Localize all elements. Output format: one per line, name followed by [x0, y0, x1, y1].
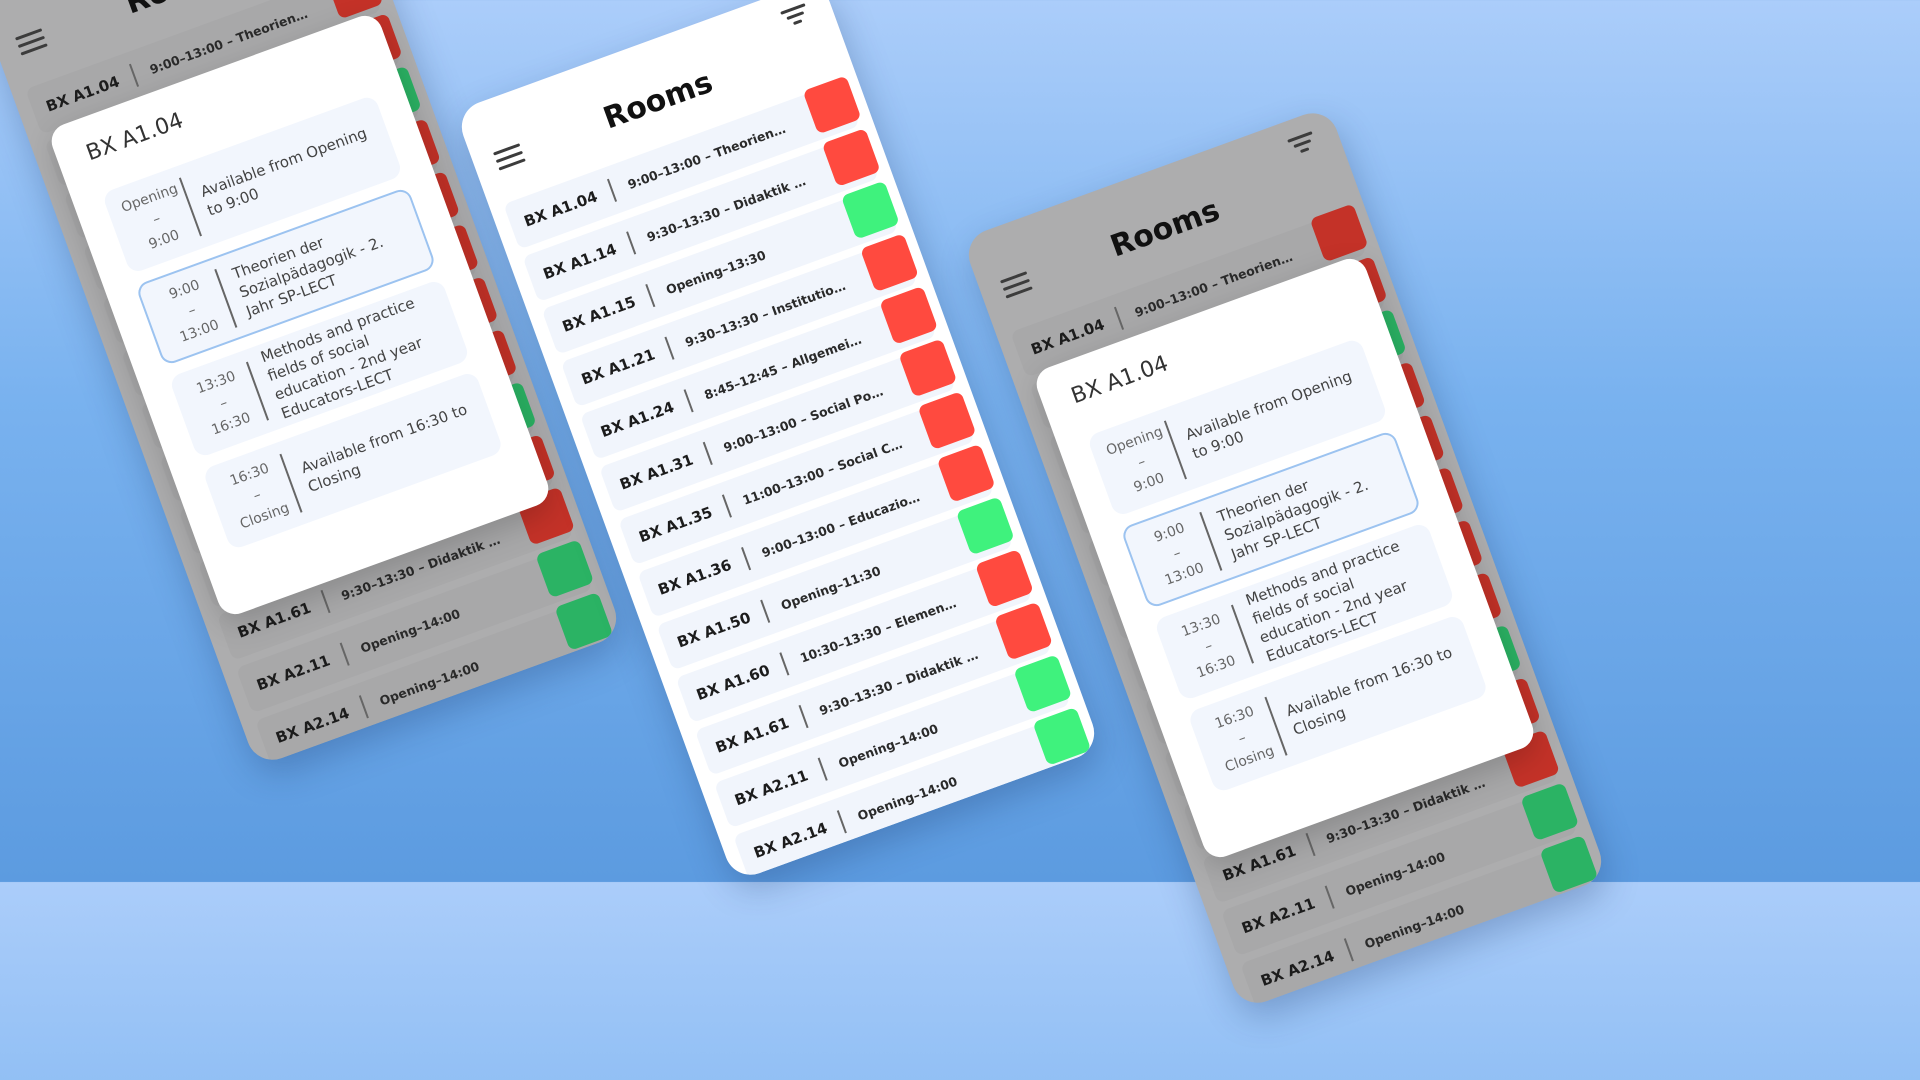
- status-indicator: [802, 75, 862, 135]
- slot-description: Available from 16:30 to Closing: [1283, 643, 1455, 739]
- status-indicator: [554, 591, 614, 651]
- status-indicator: [879, 285, 939, 345]
- room-name: BX A1.14: [540, 240, 620, 284]
- status-indicator: [994, 601, 1054, 661]
- room-name: BX A1.60: [693, 660, 773, 705]
- room-name: BX A2.14: [1258, 946, 1337, 991]
- booking-text: Opening–14:00: [377, 657, 482, 709]
- room-name: BX A1.50: [674, 608, 754, 652]
- room-name: BX A1.36: [655, 555, 734, 599]
- status-indicator: [1013, 654, 1073, 714]
- room-name: BX A2.14: [273, 703, 352, 748]
- room-list: BX A1.04 9:00–13:00 – Theorien der… BX A1.…: [503, 75, 1092, 882]
- room-name: BX A2.11: [1239, 894, 1318, 938]
- room-name: BX A1.31: [617, 450, 696, 494]
- booking-text: Opening–14:00: [1343, 848, 1448, 899]
- slot-list: Opening –9:00 Available from Opening to 9:…: [101, 94, 508, 562]
- booking-text: Opening–13:30: [663, 246, 768, 297]
- booking-text: Opening–14:00: [836, 720, 941, 771]
- slot-description: Available from 16:30 to Closing: [298, 400, 470, 496]
- status-indicator: [898, 338, 958, 398]
- room-name: BX A2.11: [254, 651, 333, 695]
- room-name: BX A1.21: [579, 345, 658, 389]
- status-indicator: [535, 539, 595, 599]
- booking-text: Opening–14:00: [358, 605, 463, 656]
- modal-title: BX A1.04: [83, 108, 187, 167]
- phone-right: Rooms BX A1.04 9:00–13:00 – Theorien der……: [961, 106, 1609, 1010]
- booking-text: Opening–14:00: [1362, 900, 1467, 952]
- room-name: BX A1.15: [559, 292, 639, 336]
- room-name: BX A1.24: [598, 397, 677, 442]
- status-indicator: [821, 128, 881, 188]
- status-indicator: [936, 443, 996, 503]
- booking-text: Opening–11:30: [778, 562, 883, 613]
- room-name: BX A1.04: [521, 187, 600, 231]
- room-name: BX A1.61: [713, 713, 792, 757]
- room-name: BX A2.14: [751, 818, 830, 863]
- status-indicator: [917, 391, 977, 451]
- modal-title: BX A1.04: [1068, 351, 1172, 410]
- status-indicator: [1520, 782, 1580, 842]
- status-indicator: [974, 549, 1034, 608]
- status-indicator: [1539, 834, 1599, 894]
- status-indicator: [1309, 203, 1369, 263]
- slot-list: Opening –9:00 Available from Opening to 9:…: [1086, 337, 1493, 805]
- status-indicator: [955, 496, 1015, 556]
- status-indicator: [840, 180, 900, 240]
- room-name: BX A2.11: [732, 766, 811, 810]
- filter-icon[interactable]: [1287, 131, 1318, 157]
- room-name: BX A1.35: [636, 503, 715, 547]
- filter-icon[interactable]: [780, 3, 811, 29]
- booking-text: Opening–14:00: [855, 772, 960, 824]
- status-indicator: [1032, 706, 1092, 766]
- status-indicator: [860, 233, 920, 293]
